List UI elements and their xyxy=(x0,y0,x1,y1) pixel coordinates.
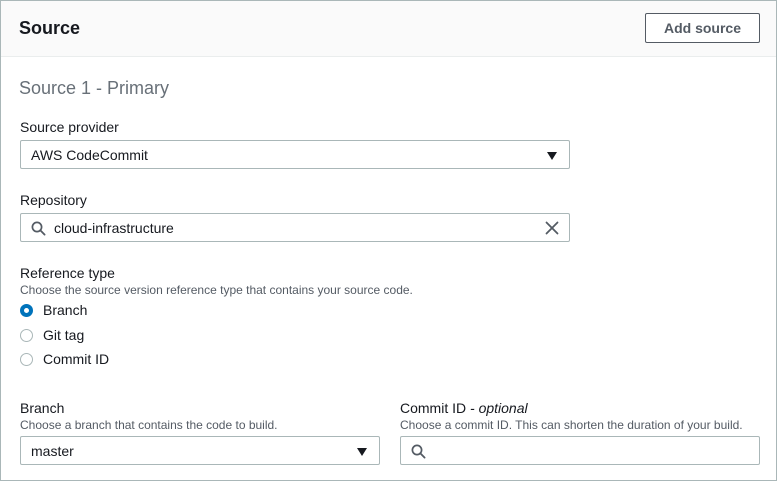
radio-git-tag[interactable]: Git tag xyxy=(20,326,320,346)
commit-id-label-text: Commit ID xyxy=(400,400,467,416)
radio-label-commit-id: Commit ID xyxy=(43,351,110,367)
panel-title: Source xyxy=(19,18,81,38)
radio-label-git-tag: Git tag xyxy=(43,327,85,343)
commit-id-label: Commit ID - optional xyxy=(400,400,528,417)
search-icon xyxy=(411,444,426,459)
caret-down-icon xyxy=(547,152,557,160)
optional-tag: - optional xyxy=(470,400,528,416)
radio-commit-id[interactable]: Commit ID xyxy=(20,350,320,370)
section-title: Source 1 - Primary xyxy=(19,78,170,98)
repository-value: cloud-infrastructure xyxy=(54,220,174,236)
caret-down-icon xyxy=(357,448,367,456)
panel-header: Source Add source xyxy=(1,1,776,57)
add-source-button[interactable]: Add source xyxy=(645,13,760,43)
radio-button[interactable] xyxy=(20,353,33,366)
radio-button-checked[interactable] xyxy=(20,304,33,317)
source-provider-label: Source provider xyxy=(20,119,119,135)
source-panel: Source Add source Source 1 - Primary Sou… xyxy=(0,0,777,481)
source-provider-select[interactable]: AWS CodeCommit xyxy=(20,140,570,169)
reference-type-label: Reference type xyxy=(20,265,115,281)
radio-label-branch: Branch xyxy=(43,302,88,318)
radio-button[interactable] xyxy=(20,329,33,342)
close-icon[interactable] xyxy=(545,221,559,235)
branch-value: master xyxy=(31,443,74,459)
commit-id-input[interactable] xyxy=(400,436,760,465)
repository-input[interactable]: cloud-infrastructure xyxy=(20,213,570,242)
source-provider-value: AWS CodeCommit xyxy=(31,147,148,163)
branch-label: Branch xyxy=(20,400,65,416)
repository-label: Repository xyxy=(20,192,87,208)
branch-select[interactable]: master xyxy=(20,436,380,465)
commit-id-description: Choose a commit ID. This can shorten the… xyxy=(400,418,743,432)
branch-description: Choose a branch that contains the code t… xyxy=(20,418,278,432)
search-icon xyxy=(31,221,46,236)
reference-type-description: Choose the source version reference type… xyxy=(20,283,413,297)
radio-branch[interactable]: Branch xyxy=(20,301,320,321)
